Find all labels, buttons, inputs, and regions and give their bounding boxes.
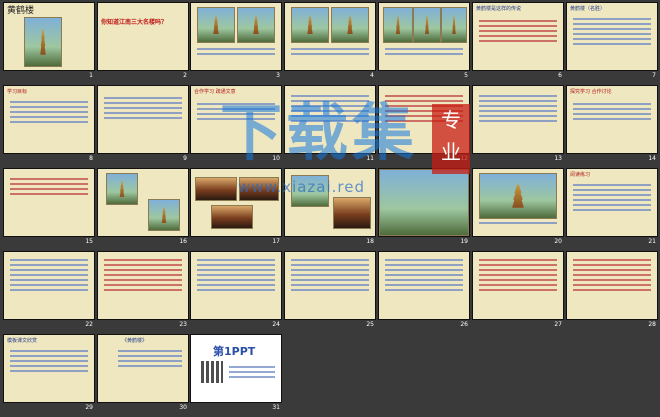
slide-title: 合作学习 疏通文意 — [194, 89, 236, 95]
slide-thumbnail-7[interactable]: 黄鹤楼（名胜） 7 — [566, 2, 660, 85]
slide-title: 探究学习 合作讨论 — [570, 89, 612, 95]
slide-number: 30 — [179, 404, 187, 411]
slide-number: 6 — [558, 72, 562, 79]
slide-number: 28 — [648, 321, 656, 328]
slide-number: 31 — [272, 404, 280, 411]
slide-number: 14 — [648, 155, 656, 162]
slide-title: 学习目标 — [7, 89, 28, 95]
slide-number: 4 — [370, 72, 374, 79]
slide-thumbnail-27[interactable]: 27 — [472, 251, 566, 334]
slide-thumbnail-29[interactable]: 模板课文欣赏 29 — [3, 334, 97, 417]
slide-number: 8 — [89, 155, 93, 162]
slide-number: 26 — [460, 321, 468, 328]
slide-title: 黄鹤楼是这样的传说 — [476, 6, 522, 12]
slide-number: 3 — [276, 72, 280, 79]
slide-number: 29 — [85, 404, 93, 411]
slide-thumbnail-1[interactable]: 黄鹤楼 1 — [3, 2, 97, 85]
slide-number: 15 — [85, 238, 93, 245]
watermark-seal: 专业 — [432, 104, 470, 174]
watermark-url: www.xiazai.red — [238, 178, 366, 196]
slide-thumbnail-23[interactable]: 23 — [97, 251, 191, 334]
slide-thumbnail-2[interactable]: 你知道江南三大名楼吗？ 2 — [97, 2, 191, 85]
slide-thumbnail-30[interactable]: 《黄鹤楼》 30 — [97, 334, 191, 417]
watermark-text: 下载集 — [220, 96, 419, 169]
slide-number: 20 — [554, 238, 562, 245]
slide-thumbnail-24[interactable]: 24 — [190, 251, 284, 334]
slide-thumbnail-28[interactable]: 28 — [566, 251, 660, 334]
slide-thumbnail-15[interactable]: 15 — [3, 168, 97, 251]
slide-thumbnail-21[interactable]: 阅读练习 21 — [566, 168, 660, 251]
slide-sorter-grid: 黄鹤楼 1 你知道江南三大名楼吗？ 2 3 4 5 黄鹤楼是这样的传说 6 黄鹤… — [0, 0, 660, 411]
slide-title: 模板课文欣赏 — [7, 338, 38, 344]
slide-thumbnail-5[interactable]: 5 — [378, 2, 472, 85]
slide-number: 23 — [179, 321, 187, 328]
slide-title: 第1PPT — [213, 345, 256, 358]
slide-thumbnail-4[interactable]: 4 — [284, 2, 378, 85]
slide-thumbnail-3[interactable]: 3 — [190, 2, 284, 85]
slide-thumbnail-16[interactable]: 16 — [97, 168, 191, 251]
slide-number: 5 — [464, 72, 468, 79]
slide-number: 17 — [272, 238, 280, 245]
slide-thumbnail-22[interactable]: 22 — [3, 251, 97, 334]
slide-thumbnail-8[interactable]: 学习目标 8 — [3, 85, 97, 168]
slide-number: 1 — [89, 72, 93, 79]
slide-thumbnail-9[interactable]: 9 — [97, 85, 191, 168]
slide-thumbnail-31[interactable]: 第1PPT 31 — [190, 334, 284, 417]
slide-number: 21 — [648, 238, 656, 245]
slide-title: 黄鹤楼 — [7, 6, 35, 16]
slide-number: 18 — [366, 238, 374, 245]
slide-thumbnail-14[interactable]: 探究学习 合作讨论 14 — [566, 85, 660, 168]
slide-thumbnail-26[interactable]: 26 — [378, 251, 472, 334]
slide-number: 7 — [652, 72, 656, 79]
slide-title: 你知道江南三大名楼吗？ — [101, 19, 168, 26]
slide-number: 19 — [460, 238, 468, 245]
slide-number: 25 — [366, 321, 374, 328]
watermark: 下载集 专业 www.xiazai.red — [220, 98, 550, 208]
slide-number: 22 — [85, 321, 93, 328]
slide-thumbnail-25[interactable]: 25 — [284, 251, 378, 334]
slide-title: 阅读练习 — [570, 172, 591, 178]
slide-number: 9 — [183, 155, 187, 162]
slide-thumbnail-6[interactable]: 黄鹤楼是这样的传说 6 — [472, 2, 566, 85]
slide-number: 16 — [179, 238, 187, 245]
slide-number: 27 — [554, 321, 562, 328]
slide-number: 24 — [272, 321, 280, 328]
slide-number: 2 — [183, 72, 187, 79]
qr-code-icon — [201, 361, 223, 383]
slide-title: 黄鹤楼（名胜） — [570, 6, 606, 12]
slide-title: 《黄鹤楼》 — [122, 338, 148, 344]
